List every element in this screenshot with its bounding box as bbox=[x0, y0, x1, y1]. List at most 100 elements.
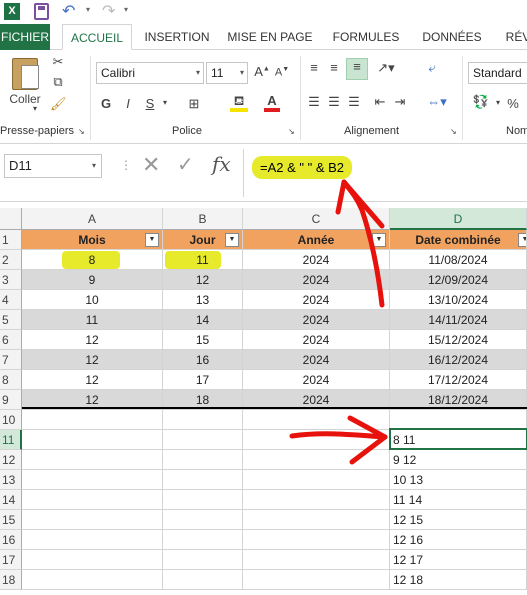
table-header-date-combinee[interactable]: Date combinée ▼ bbox=[390, 230, 527, 250]
table-cell[interactable]: 16/12/2024 bbox=[390, 350, 527, 370]
table-cell[interactable]: 2024 bbox=[243, 310, 390, 330]
result-cell[interactable]: 12 18 bbox=[390, 570, 527, 590]
underline-button[interactable]: S bbox=[144, 96, 156, 111]
alignment-launcher-icon[interactable]: ↘ bbox=[450, 127, 457, 136]
copy-icon[interactable]: ⧉ bbox=[50, 74, 66, 90]
empty-cell[interactable] bbox=[163, 570, 243, 590]
table-cell[interactable]: 9 bbox=[22, 270, 163, 290]
font-name-select[interactable]: Calibri ▾ bbox=[96, 62, 204, 84]
cancel-icon[interactable]: ✕ bbox=[142, 152, 160, 178]
font-launcher-icon[interactable]: ↘ bbox=[288, 127, 295, 136]
merge-center-icon[interactable]: ⇔▾ bbox=[424, 94, 450, 110]
enter-icon[interactable]: ✓ bbox=[177, 152, 194, 177]
active-cell-d11[interactable] bbox=[389, 428, 527, 450]
row-header-3[interactable]: 3 bbox=[0, 270, 22, 290]
empty-cell[interactable] bbox=[243, 450, 390, 470]
redo-dropdown-icon[interactable]: ▾ bbox=[124, 5, 128, 14]
empty-cell[interactable] bbox=[22, 530, 163, 550]
empty-cell[interactable] bbox=[243, 530, 390, 550]
row-header-11[interactable]: 11 bbox=[0, 430, 22, 450]
row-header-9[interactable]: 9 bbox=[0, 390, 22, 410]
empty-cell[interactable] bbox=[163, 470, 243, 490]
empty-cell[interactable] bbox=[163, 430, 243, 450]
empty-cell[interactable] bbox=[22, 410, 163, 430]
table-cell[interactable]: 8 bbox=[22, 250, 163, 270]
fill-color-icon[interactable]: ⛾ bbox=[230, 94, 248, 112]
empty-cell[interactable] bbox=[22, 430, 163, 450]
table-header-jour[interactable]: Jour ▼ bbox=[163, 230, 243, 250]
tab-fichier[interactable]: FICHIER bbox=[0, 24, 50, 50]
empty-cell[interactable] bbox=[163, 450, 243, 470]
row-header-15[interactable]: 15 bbox=[0, 510, 22, 530]
paste-icon[interactable] bbox=[12, 58, 39, 90]
column-header-b[interactable]: B bbox=[163, 208, 243, 230]
table-cell[interactable]: 13 bbox=[163, 290, 243, 310]
result-cell[interactable]: 12 15 bbox=[390, 510, 527, 530]
table-header-mois[interactable]: Mois ▼ bbox=[22, 230, 163, 250]
empty-cell[interactable] bbox=[22, 550, 163, 570]
table-cell[interactable]: 17 bbox=[163, 370, 243, 390]
row-header-18[interactable]: 18 bbox=[0, 570, 22, 590]
empty-cell[interactable] bbox=[243, 490, 390, 510]
empty-cell[interactable] bbox=[22, 510, 163, 530]
row-header-10[interactable]: 10 bbox=[0, 410, 22, 430]
table-cell[interactable]: 12 bbox=[22, 330, 163, 350]
empty-cell[interactable] bbox=[390, 410, 527, 430]
tab-insertion[interactable]: INSERTION bbox=[140, 24, 214, 50]
empty-cell[interactable] bbox=[163, 550, 243, 570]
row-header-5[interactable]: 5 bbox=[0, 310, 22, 330]
save-icon[interactable] bbox=[34, 3, 49, 20]
tab-mise-en-page[interactable]: MISE EN PAGE bbox=[222, 24, 318, 50]
column-header-d[interactable]: D bbox=[390, 208, 527, 230]
table-cell[interactable]: 16 bbox=[163, 350, 243, 370]
tab-donnees[interactable]: DONNÉES bbox=[414, 24, 490, 50]
redo-icon[interactable]: ↷ bbox=[102, 3, 122, 20]
table-cell[interactable]: 12/09/2024 bbox=[390, 270, 527, 290]
empty-cell[interactable] bbox=[22, 490, 163, 510]
table-cell[interactable]: 2024 bbox=[243, 330, 390, 350]
row-header-2[interactable]: 2 bbox=[0, 250, 22, 270]
table-cell[interactable]: 2024 bbox=[243, 370, 390, 390]
table-cell[interactable]: 12 bbox=[163, 270, 243, 290]
table-cell[interactable]: 14 bbox=[163, 310, 243, 330]
table-cell[interactable]: 15 bbox=[163, 330, 243, 350]
formula-input[interactable]: =A2 & " " & B2 bbox=[243, 149, 527, 197]
font-color-icon[interactable]: A bbox=[264, 94, 280, 112]
orientation-icon[interactable]: ↗▾ bbox=[372, 60, 400, 76]
empty-cell[interactable] bbox=[22, 470, 163, 490]
select-all-corner[interactable] bbox=[0, 208, 22, 230]
row-header-12[interactable]: 12 bbox=[0, 450, 22, 470]
table-cell[interactable]: 11/08/2024 bbox=[390, 250, 527, 270]
result-cell[interactable]: 9 12 bbox=[390, 450, 527, 470]
empty-cell[interactable] bbox=[22, 450, 163, 470]
empty-cell[interactable] bbox=[243, 470, 390, 490]
tab-formules[interactable]: FORMULES bbox=[326, 24, 406, 50]
table-header-annee[interactable]: Année ▼ bbox=[243, 230, 390, 250]
insert-function-icon[interactable]: fx bbox=[212, 152, 231, 176]
table-cell[interactable]: 2024 bbox=[243, 290, 390, 310]
italic-button[interactable]: I bbox=[122, 96, 134, 111]
filter-dropdown-icon[interactable]: ▼ bbox=[372, 233, 386, 247]
empty-cell[interactable] bbox=[163, 510, 243, 530]
row-header-4[interactable]: 4 bbox=[0, 290, 22, 310]
column-header-c[interactable]: C bbox=[243, 208, 390, 230]
table-cell[interactable]: 12 bbox=[22, 370, 163, 390]
empty-cell[interactable] bbox=[163, 490, 243, 510]
table-cell[interactable]: 2024 bbox=[243, 270, 390, 290]
percent-button[interactable]: % bbox=[506, 96, 520, 111]
table-cell[interactable]: 15/12/2024 bbox=[390, 330, 527, 350]
table-cell[interactable]: 11 bbox=[22, 310, 163, 330]
result-cell[interactable]: 10 13 bbox=[390, 470, 527, 490]
decrease-indent-icon[interactable]: ⇤ bbox=[372, 94, 388, 110]
table-cell[interactable]: 10 bbox=[22, 290, 163, 310]
filter-dropdown-icon[interactable]: ▼ bbox=[145, 233, 159, 247]
empty-cell[interactable] bbox=[22, 570, 163, 590]
empty-cell[interactable] bbox=[243, 570, 390, 590]
currency-icon[interactable]: 💱 bbox=[470, 94, 492, 110]
result-cell[interactable]: 12 16 bbox=[390, 530, 527, 550]
table-cell[interactable]: 2024 bbox=[243, 250, 390, 270]
font-size-select[interactable]: 11 ▾ bbox=[206, 62, 248, 84]
tab-accueil[interactable]: ACCUEIL bbox=[62, 24, 132, 50]
cut-icon[interactable]: ✂ bbox=[50, 54, 66, 70]
align-center-icon[interactable]: ☰ bbox=[326, 94, 342, 110]
